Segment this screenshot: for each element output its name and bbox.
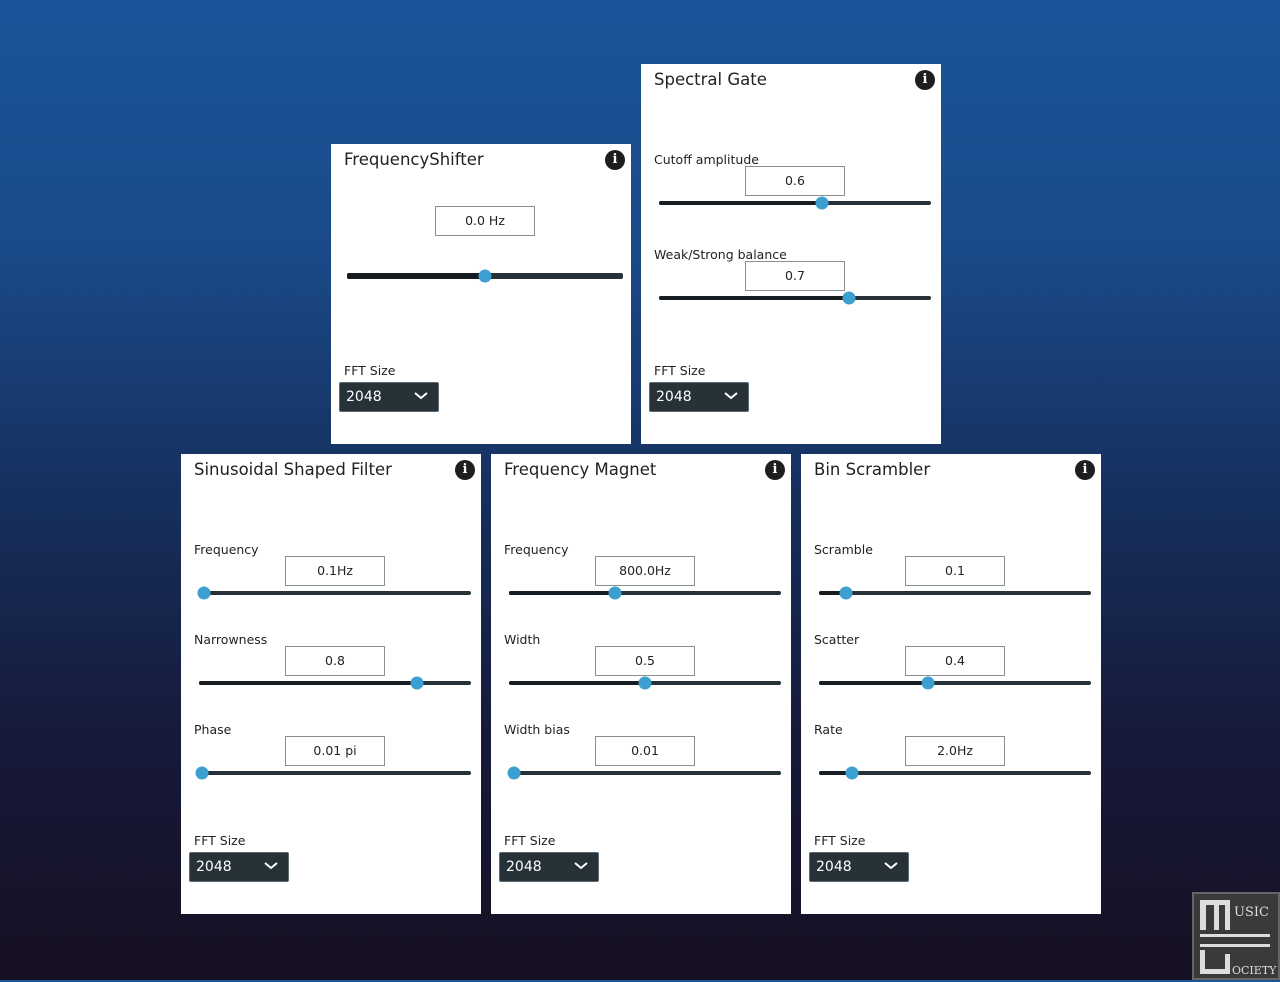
slider-thumb[interactable]: [478, 269, 492, 283]
slider-thumb[interactable]: [197, 586, 211, 600]
slider-fill: [659, 201, 823, 205]
fft-size-select[interactable]: 2048: [499, 852, 599, 882]
fft-size-value: 2048: [506, 859, 542, 875]
slider-thumb[interactable]: [839, 586, 853, 600]
chevron-down-icon: [264, 862, 278, 870]
panel-spectral-gate: Spectral Gate i Cutoff amplitude 0.6 Weak/…: [641, 64, 941, 444]
param-label: Rate: [814, 722, 843, 737]
fft-size-value: 2048: [656, 389, 692, 405]
param-slider[interactable]: [819, 766, 1091, 780]
svg-text:USIC: USIC: [1234, 905, 1269, 920]
param-label: Phase: [194, 722, 232, 737]
svg-text:OCIETY: OCIETY: [1232, 964, 1277, 977]
param-label: Width: [504, 632, 541, 647]
param-label: Frequency: [504, 542, 569, 557]
param-label: Narrowness: [194, 632, 268, 647]
fft-size-value: 2048: [196, 859, 232, 875]
slider-thumb[interactable]: [608, 586, 622, 600]
param-value-input[interactable]: 0.01 pi: [285, 736, 385, 766]
param-slider[interactable]: [819, 586, 1091, 600]
param-value-input[interactable]: 2.0Hz: [905, 736, 1005, 766]
panel-frequency-magnet: Frequency Magnet i Frequency 800.0Hz Width…: [491, 454, 791, 914]
slider-fill: [199, 681, 417, 685]
param-slider[interactable]: [659, 196, 931, 210]
panel-title: Bin Scrambler: [814, 460, 931, 479]
slider-fill: [659, 296, 850, 300]
panel-frequency-shifter: FrequencyShifter i 0.0 Hz FFT Size 2048: [331, 144, 631, 444]
param-value-input[interactable]: 0.7: [745, 261, 845, 291]
fft-size-select[interactable]: 2048: [189, 852, 289, 882]
panel-title: Spectral Gate: [654, 70, 767, 89]
slider-thumb[interactable]: [815, 196, 829, 210]
panel-sinusoidal-shaped-filter: Sinusoidal Shaped Filter i Frequency 0.1Hz…: [181, 454, 481, 914]
slider-thumb[interactable]: [638, 676, 652, 690]
info-icon[interactable]: i: [605, 150, 625, 170]
fft-size-value: 2048: [346, 389, 382, 405]
param-slider[interactable]: [199, 676, 471, 690]
slider-thumb[interactable]: [845, 766, 859, 780]
chevron-down-icon: [574, 862, 588, 870]
slider-fill: [819, 681, 928, 685]
param-slider[interactable]: [659, 291, 931, 305]
chevron-down-icon: [884, 862, 898, 870]
param-value-input[interactable]: 0.1Hz: [285, 556, 385, 586]
param-label: Scatter: [814, 632, 860, 647]
panel-title: FrequencyShifter: [344, 150, 484, 169]
param-slider[interactable]: [195, 766, 471, 780]
param-value-input[interactable]: 800.0Hz: [595, 556, 695, 586]
param-value-input[interactable]: 0.4: [905, 646, 1005, 676]
music-society-logo: USIC OCIETY: [1192, 892, 1280, 980]
param-label: Width bias: [504, 722, 570, 737]
param-slider[interactable]: [197, 586, 471, 600]
fft-size-label: FFT Size: [344, 363, 396, 378]
param-slider[interactable]: [509, 676, 781, 690]
panel-bin-scrambler: Bin Scrambler i Scramble 0.1 Scatter 0.4 Ra…: [801, 454, 1101, 914]
chevron-down-icon: [414, 392, 428, 400]
fft-size-label: FFT Size: [814, 833, 866, 848]
slider-thumb[interactable]: [921, 676, 935, 690]
fft-size-label: FFT Size: [194, 833, 246, 848]
info-icon[interactable]: i: [1075, 460, 1095, 480]
param-slider[interactable]: [347, 269, 623, 283]
chevron-down-icon: [724, 392, 738, 400]
slider-thumb[interactable]: [842, 291, 856, 305]
slider-thumb[interactable]: [410, 676, 424, 690]
param-value-input[interactable]: 0.6: [745, 166, 845, 196]
slider-fill: [347, 273, 485, 279]
fft-size-label: FFT Size: [504, 833, 556, 848]
param-value-input[interactable]: 0.8: [285, 646, 385, 676]
param-slider[interactable]: [819, 676, 1091, 690]
fft-size-label: FFT Size: [654, 363, 706, 378]
fft-size-select[interactable]: 2048: [809, 852, 909, 882]
panel-title: Sinusoidal Shaped Filter: [194, 460, 392, 479]
param-slider[interactable]: [507, 766, 781, 780]
param-label: Cutoff amplitude: [654, 152, 759, 167]
param-slider[interactable]: [509, 586, 781, 600]
info-icon[interactable]: i: [915, 70, 935, 90]
slider-thumb[interactable]: [507, 766, 521, 780]
param-label: Weak/Strong balance: [654, 247, 787, 262]
param-label: Scramble: [814, 542, 873, 557]
info-icon[interactable]: i: [765, 460, 785, 480]
panel-title: Frequency Magnet: [504, 460, 657, 479]
param-label: Frequency: [194, 542, 259, 557]
fft-size-select[interactable]: 2048: [649, 382, 749, 412]
param-value-input[interactable]: 0.5: [595, 646, 695, 676]
fft-size-value: 2048: [816, 859, 852, 875]
param-value-input[interactable]: 0.1: [905, 556, 1005, 586]
info-icon[interactable]: i: [455, 460, 475, 480]
param-value-input[interactable]: 0.01: [595, 736, 695, 766]
slider-fill: [509, 591, 616, 595]
fft-size-select[interactable]: 2048: [339, 382, 439, 412]
slider-thumb[interactable]: [195, 766, 209, 780]
slider-fill: [509, 681, 645, 685]
param-value-input[interactable]: 0.0 Hz: [435, 206, 535, 236]
